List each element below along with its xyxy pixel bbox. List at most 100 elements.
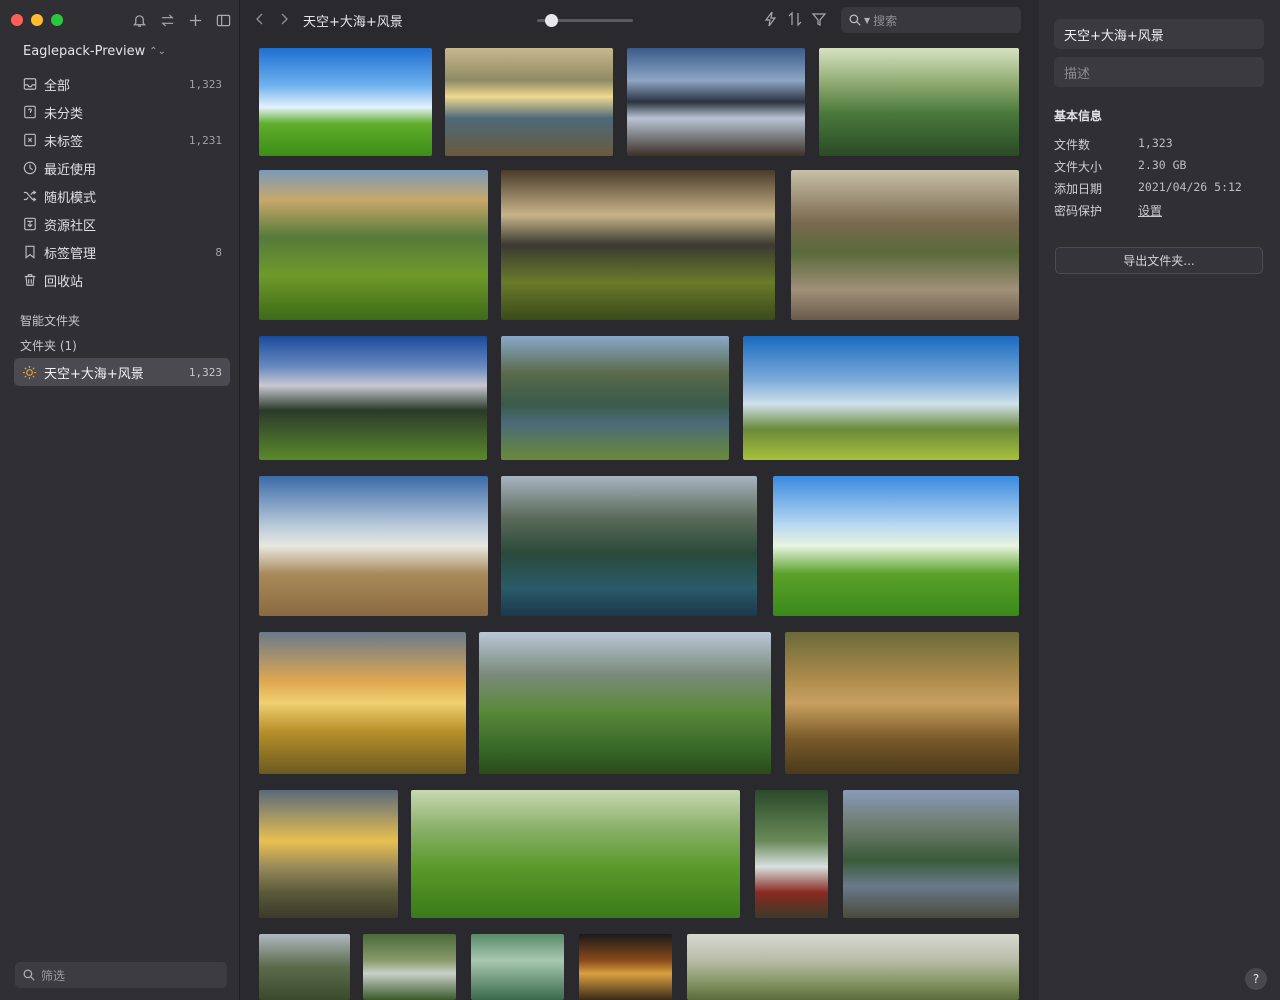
- thumbnail-green-ridge-mist[interactable]: [819, 48, 1019, 156]
- filter-input[interactable]: 筛选: [15, 962, 227, 988]
- sidebar-item[interactable]: 全部 1,323: [14, 70, 230, 98]
- close-button[interactable]: [11, 14, 23, 26]
- bell-icon[interactable]: [130, 11, 148, 29]
- window-controls: [11, 14, 63, 26]
- tag-icon: [22, 244, 38, 260]
- thumbnail-terraced-hills[interactable]: [259, 170, 488, 320]
- sidebar-item-count: 1,323: [188, 77, 222, 91]
- folder-name-field[interactable]: 天空+大海+风景: [1054, 19, 1264, 49]
- folder-label: 天空+大海+风景: [44, 366, 144, 382]
- thumbnail-prairie-tree[interactable]: [743, 336, 1019, 460]
- minimize-button[interactable]: [31, 14, 43, 26]
- info-key: 添加日期: [1054, 182, 1103, 196]
- thumbnail-yosemite-lake[interactable]: [843, 790, 1019, 918]
- thumbnail-fantasy-sunrise[interactable]: [259, 790, 398, 918]
- sidebar-item-count: 8: [215, 245, 222, 259]
- info-row: 添加日期 2021/04/26 5:12: [1054, 180, 1242, 197]
- smart-folders-heading[interactable]: 智能文件夹: [20, 312, 80, 329]
- forward-icon[interactable]: [279, 12, 289, 26]
- password-key: 密码保护: [1054, 204, 1103, 218]
- sidebar-item[interactable]: 未标签 1,231: [14, 126, 230, 154]
- trash-icon: [22, 272, 38, 288]
- folder-title: 天空+大海+风景: [303, 15, 403, 30]
- thumbnail-autumn-falls[interactable]: [579, 934, 672, 1000]
- zoom-slider[interactable]: [537, 14, 633, 27]
- untagged-icon: [22, 132, 38, 148]
- info-heading: 基本信息: [1054, 109, 1103, 123]
- search-input[interactable]: ▼ 搜索: [841, 7, 1021, 33]
- password-settings-link[interactable]: 设置: [1138, 202, 1162, 219]
- back-icon[interactable]: [255, 12, 265, 26]
- inbox-icon: [22, 76, 38, 92]
- info-key: 文件大小: [1054, 160, 1103, 174]
- chevron-updown-icon: ⌃⌄: [149, 46, 166, 57]
- sidebar: Eaglepack-Preview ⌃⌄ 全部 1,323 未分类未标签 1,231 最…: [0, 0, 240, 1000]
- zoom-button[interactable]: [51, 14, 63, 26]
- thumbnail-dramatic-valley-clouds[interactable]: [501, 170, 775, 320]
- thumbnail-blue-sky-green-field[interactable]: [259, 48, 432, 156]
- library-switcher[interactable]: Eaglepack-Preview ⌃⌄: [23, 44, 166, 59]
- toolbar: 天空+大海+风景 ▼ 搜索: [241, 0, 1038, 40]
- sidebar-item-label: 未分类: [44, 106, 84, 122]
- sidebar-item-label: 标签管理: [44, 246, 97, 262]
- chevron-down-icon[interactable]: ▼: [864, 16, 870, 25]
- inspector-panel: 天空+大海+风景 描述 基本信息 文件数 1,323 文件大小 2.30 GB …: [1039, 0, 1280, 1000]
- filter-icon[interactable]: [811, 11, 827, 27]
- sidebar-item-label: 随机模式: [44, 190, 97, 206]
- folders-heading[interactable]: 文件夹 (1): [20, 337, 77, 354]
- export-folder-button[interactable]: 导出文件夹...: [1055, 247, 1263, 274]
- sidebar-item[interactable]: 随机模式: [14, 182, 230, 210]
- info-value: 2021/04/26 5:12: [1138, 180, 1242, 194]
- thumbnail-misty-falls[interactable]: [471, 934, 564, 1000]
- sidebar-item[interactable]: 最近使用: [14, 154, 230, 182]
- sidebar-item-label: 回收站: [44, 274, 84, 290]
- thumbnail-haystacks-field[interactable]: [259, 476, 488, 616]
- sidebar-item-label: 资源社区: [44, 218, 97, 234]
- thumbnail-waterfall-cliff[interactable]: [259, 934, 350, 1000]
- sidebar-item[interactable]: 资源社区: [14, 210, 230, 238]
- sidebar-item[interactable]: 回收站: [14, 266, 230, 294]
- thumbnail-enchanted-forest[interactable]: [785, 632, 1019, 774]
- clock-icon: [22, 160, 38, 176]
- thumbnail-stream-forest[interactable]: [363, 934, 456, 1000]
- thumbnail-forest-waterfall[interactable]: [755, 790, 828, 918]
- sidebar-item-label: 最近使用: [44, 162, 97, 178]
- thumbnail-lake-hills[interactable]: [501, 336, 729, 460]
- info-value: 1,323: [1138, 136, 1173, 150]
- plus-icon[interactable]: [186, 11, 204, 29]
- sync-icon[interactable]: [158, 11, 176, 29]
- community-icon: [22, 216, 38, 232]
- thumbnail-canyon-rocks[interactable]: [791, 170, 1019, 320]
- sidebar-item-count: 1,231: [188, 133, 222, 147]
- help-button[interactable]: ?: [1245, 968, 1267, 990]
- zoom-slider-knob[interactable]: [545, 14, 559, 27]
- shuffle-icon: [22, 188, 38, 204]
- search-icon: [23, 969, 35, 981]
- info-row: 文件大小 2.30 GB: [1054, 158, 1186, 175]
- thumbnail-fantasy-valley[interactable]: [479, 632, 771, 774]
- thumbnail-alps-village[interactable]: [259, 336, 487, 460]
- thumbnail-hazy-meadow[interactable]: [687, 934, 1019, 1000]
- thumbnail-sunny-meadow[interactable]: [773, 476, 1019, 616]
- uncategorized-icon: [22, 104, 38, 120]
- folder-item-selected[interactable]: 天空+大海+风景 1,323: [14, 358, 230, 386]
- sort-icon[interactable]: [787, 11, 803, 27]
- thumbnail-mountain-reflection-sunset[interactable]: [627, 48, 805, 156]
- info-value: 2.30 GB: [1138, 158, 1187, 172]
- thumbnail-tea-leaves[interactable]: [411, 790, 740, 918]
- description-field[interactable]: 描述: [1054, 57, 1264, 87]
- search-placeholder: 搜索: [873, 13, 898, 28]
- sidebar-item[interactable]: 未分类: [14, 98, 230, 126]
- info-row: 密码保护 设置: [1054, 202, 1162, 219]
- lightning-icon[interactable]: [763, 11, 779, 27]
- thumbnail-golden-sunset-field[interactable]: [259, 632, 466, 774]
- main-area: 天空+大海+风景 ▼ 搜索: [241, 0, 1038, 1000]
- folder-count: 1,323: [188, 365, 222, 379]
- thumbnail-mountain-lake-sunrise[interactable]: [445, 48, 613, 156]
- sun-icon: [22, 365, 38, 380]
- thumbnail-grid: [241, 0, 1038, 1000]
- sidebar-item[interactable]: 标签管理 8: [14, 238, 230, 266]
- sidebar-toggle-icon[interactable]: [214, 11, 232, 29]
- sidebar-item-label: 全部: [44, 78, 71, 94]
- thumbnail-fjord-waterfall[interactable]: [501, 476, 757, 616]
